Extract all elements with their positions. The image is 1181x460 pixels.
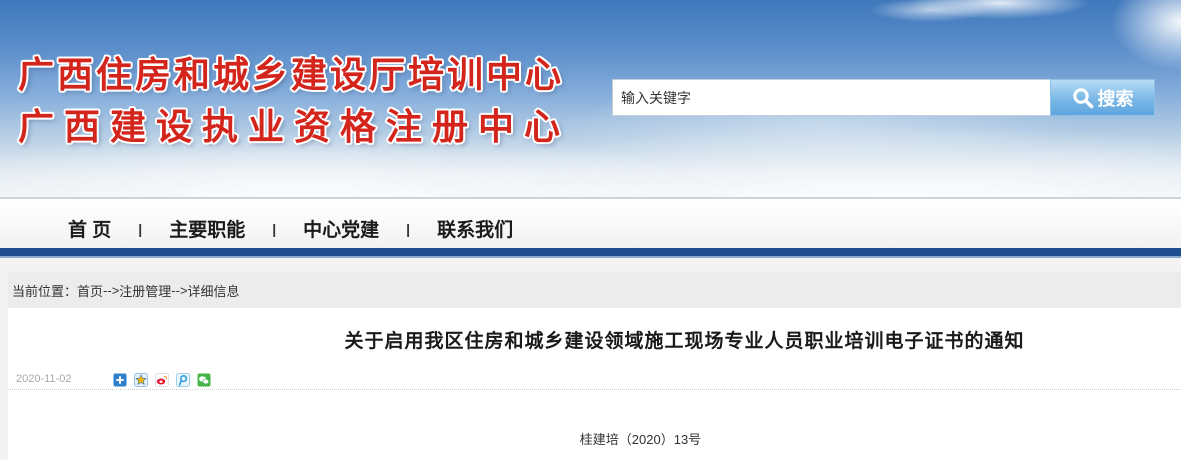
nav-item-party-building[interactable]: 中心党建 bbox=[303, 215, 379, 242]
search-box bbox=[612, 79, 1051, 116]
breadcrumb-registration[interactable]: 注册管理 bbox=[119, 281, 171, 300]
breadcrumb-separator: --> bbox=[103, 282, 120, 298]
search-input[interactable] bbox=[613, 80, 1050, 115]
search-icon bbox=[1072, 87, 1094, 109]
share-more-icon[interactable] bbox=[113, 373, 127, 387]
site-title-line-2: 广西建设执业资格注册中心 bbox=[18, 107, 571, 147]
site-title-line-1: 广西住房和城乡建设厅培训中心 bbox=[18, 55, 565, 95]
nav-separator: | bbox=[272, 220, 277, 237]
nav-separator: | bbox=[406, 220, 411, 237]
article-meta: 2020-11-02 bbox=[8, 368, 1181, 390]
breadcrumb-separator: --> bbox=[171, 282, 188, 298]
article-title: 关于启用我区住房和城乡建设领域施工现场专业人员职业培训电子证书的通知 bbox=[344, 331, 1025, 352]
nav-item-functions[interactable]: 主要职能 bbox=[169, 215, 245, 242]
nav-band-line bbox=[0, 256, 1181, 258]
nav-separator: | bbox=[138, 220, 143, 237]
weibo-icon[interactable] bbox=[155, 373, 169, 387]
nav-band bbox=[0, 248, 1181, 256]
article-date: 2020-11-02 bbox=[16, 373, 72, 385]
breadcrumb: 当前位置： 首页 --> 注册管理 --> 详细信息 bbox=[8, 272, 1181, 308]
nav-item-contact[interactable]: 联系我们 bbox=[437, 215, 513, 242]
tencent-weibo-icon[interactable] bbox=[176, 373, 190, 387]
main-nav: 首 页 | 主要职能 | 中心党建 | 联系我们 bbox=[0, 197, 1181, 248]
search-button[interactable]: 搜索 bbox=[1050, 79, 1155, 116]
nav-item-home[interactable]: 首 页 bbox=[68, 215, 111, 242]
share-bar bbox=[113, 373, 211, 387]
article-content: 关于启用我区住房和城乡建设领域施工现场专业人员职业培训电子证书的通知 2020-… bbox=[8, 308, 1181, 460]
search-button-label: 搜索 bbox=[1097, 88, 1134, 109]
breadcrumb-current: 详细信息 bbox=[187, 283, 240, 299]
header-banner: 广西住房和城乡建设厅培训中心 广西建设执业资格注册中心 搜索 bbox=[0, 0, 1181, 197]
wechat-icon[interactable] bbox=[197, 373, 211, 387]
breadcrumb-label: 当前位置： bbox=[12, 283, 78, 299]
document-number: 桂建培（2020）13号 bbox=[579, 432, 702, 447]
breadcrumb-home[interactable]: 首页 bbox=[77, 281, 103, 300]
qzone-icon[interactable] bbox=[134, 373, 148, 387]
